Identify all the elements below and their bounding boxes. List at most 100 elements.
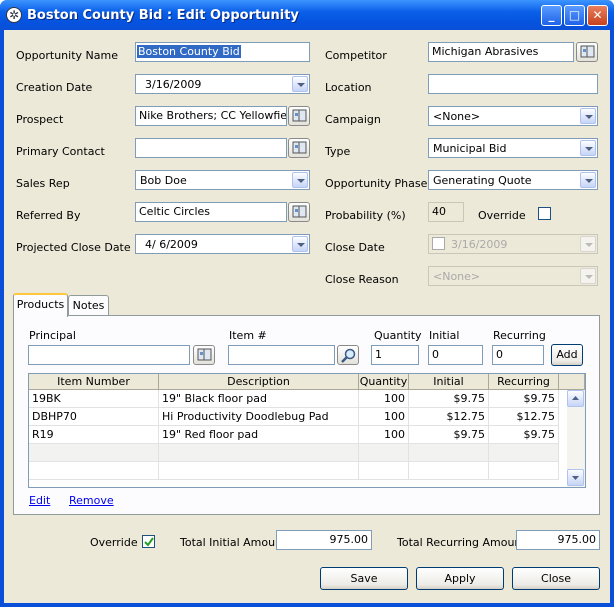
column-header[interactable]: Initial [409,374,489,390]
magnifier-icon [341,348,356,363]
probability-input[interactable]: 40 [428,202,464,222]
location-input[interactable] [428,74,598,94]
apply-button[interactable]: Apply [416,567,504,590]
address-book-icon [292,205,307,218]
column-header-spacer [559,374,585,390]
address-book-icon [197,348,212,361]
referred-by-lookup-button[interactable] [288,202,310,222]
remove-link[interactable]: Remove [69,494,114,507]
total-initial-input[interactable]: 975.00 [276,530,372,550]
primary-contact-input[interactable] [135,138,287,158]
chevron-down-icon[interactable] [580,236,596,252]
type-label: Type [325,145,351,158]
projected-close-date-label: Projected Close Date [16,241,131,254]
chevron-down-icon[interactable] [292,172,308,188]
campaign-select[interactable]: <None> [428,106,598,126]
probability-override-checkbox[interactable] [538,207,551,220]
save-button[interactable]: Save [320,567,408,590]
close-window-button[interactable]: ✕ [587,5,608,26]
add-product-button[interactable]: Add [551,344,583,366]
tab-notes[interactable]: Notes [68,295,109,317]
principal-input[interactable] [28,345,190,365]
type-select[interactable]: Municipal Bid [428,138,598,158]
item-number-label: Item # [229,329,267,342]
column-header[interactable]: Description [159,374,359,390]
window-title: Boston County Bid : Edit Opportunity [27,8,299,23]
chevron-down-icon[interactable] [580,140,596,156]
opportunity-phase-select[interactable]: Generating Quote [428,170,598,190]
sales-rep-label: Sales Rep [16,177,70,190]
prospect-lookup-button[interactable] [288,106,310,126]
recurring-input[interactable]: 0 [492,345,544,365]
quantity-input[interactable]: 1 [371,345,419,365]
total-override-checkbox[interactable] [142,535,155,548]
cell-description: 19" Red floor pad [159,426,359,444]
recurring-label: Recurring [493,329,546,342]
chevron-down-icon[interactable] [292,76,308,92]
cell-recurring: $12.75 [489,408,559,426]
creation-date-label: Creation Date [16,81,93,94]
opportunity-name-label: Opportunity Name [16,49,118,62]
cell-quantity: 100 [359,408,409,426]
competitor-input[interactable]: Michigan Abrasives [428,42,574,62]
prospect-label: Prospect [16,113,64,126]
initial-input[interactable]: 0 [428,345,483,365]
item-search-button[interactable] [337,345,359,365]
primary-contact-lookup-button[interactable] [288,138,310,158]
chevron-down-icon[interactable] [580,172,596,188]
scroll-down-button[interactable] [567,469,584,486]
competitor-lookup-button[interactable] [576,42,598,62]
checkmark-icon [144,537,154,547]
chevron-down-icon[interactable] [292,236,308,252]
probability-label: Probability (%) [325,209,406,222]
maximize-button[interactable]: □ [564,5,585,26]
close-button[interactable]: Close [512,567,600,590]
principal-label: Principal [29,329,76,342]
prospect-input[interactable]: Nike Brothers; CC Yellowfields [135,106,287,126]
close-date-picker[interactable]: 3/16/2009 [428,234,598,254]
address-book-icon [292,109,307,122]
close-reason-select[interactable]: <None> [428,266,598,286]
chevron-down-icon[interactable] [580,268,596,284]
scroll-up-button[interactable] [567,390,584,407]
cell-recurring: $9.75 [489,426,559,444]
dialog-body: Opportunity Name Boston County Bid Creat… [4,30,610,603]
principal-lookup-button[interactable] [193,345,215,365]
campaign-label: Campaign [325,113,381,126]
competitor-label: Competitor [325,49,387,62]
address-book-icon [580,45,595,58]
column-header[interactable]: Quantity [359,374,409,390]
item-number-input[interactable] [228,345,335,365]
cell-description: Hi Productivity Doodlebug Pad [159,408,359,426]
title-bar[interactable]: ✲ Boston County Bid : Edit Opportunity _… [0,0,614,30]
chevron-down-icon[interactable] [580,108,596,124]
column-header[interactable]: Recurring [489,374,559,390]
tab-products[interactable]: Products [13,293,68,317]
projected-close-date-picker[interactable]: 4/ 6/2009 [135,234,310,254]
minimize-button[interactable]: _ [541,5,562,26]
products-grid[interactable]: Item Number Description Quantity Initial… [28,373,586,488]
referred-by-label: Referred By [16,209,81,222]
probability-override-label: Override [478,209,526,222]
close-date-checkbox[interactable] [432,237,445,250]
initial-label: Initial [429,329,460,342]
grid-scrollbar[interactable] [567,390,585,487]
arrow-up-icon [572,396,579,400]
column-header[interactable]: Item Number [29,374,159,390]
app-window: ✲ Boston County Bid : Edit Opportunity _… [0,0,614,607]
cell-item-number: DBHP70 [29,408,159,426]
creation-date-picker[interactable]: 3/16/2009 [135,74,310,94]
total-initial-label: Total Initial Amount [180,536,287,549]
arrow-down-icon [572,476,579,480]
total-recurring-label: Total Recurring Amount [397,536,526,549]
location-label: Location [325,81,372,94]
total-recurring-input[interactable]: 975.00 [516,530,600,550]
sales-rep-select[interactable]: Bob Doe [135,170,310,190]
edit-link[interactable]: Edit [29,494,50,507]
cell-quantity: 100 [359,426,409,444]
referred-by-input[interactable]: Celtic Circles [135,202,287,222]
cell-item-number: 19BK [29,390,159,408]
cell-initial: $12.75 [409,408,489,426]
cell-quantity: 100 [359,390,409,408]
opportunity-name-input[interactable]: Boston County Bid [135,42,310,62]
